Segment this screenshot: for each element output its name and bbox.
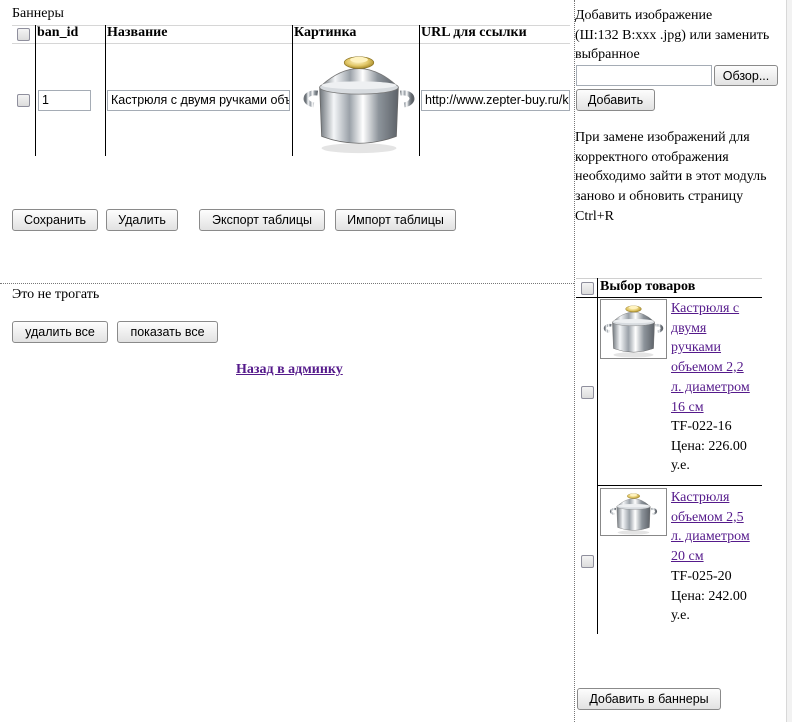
pot-with-two-handles-icon: [300, 44, 418, 156]
products-header: Выбор товаров: [600, 279, 696, 294]
export-table-button[interactable]: Экспорт таблицы: [199, 209, 325, 231]
scrollbar[interactable]: [786, 0, 792, 722]
banner-url-field[interactable]: http://www.zepter-buy.ru/ka: [421, 90, 570, 111]
product-checkbox[interactable]: [581, 555, 594, 568]
banners-section-title: Баннеры: [12, 6, 64, 21]
product-title-link[interactable]: Кастрюля объемом 2,5 л. диаметром 20 см: [671, 488, 750, 567]
pot-with-two-handles-icon: [601, 300, 666, 358]
banner-row-checkbox[interactable]: [17, 94, 30, 107]
column-header-image: Картинка: [294, 25, 357, 40]
column-separator: [574, 0, 575, 722]
column-header-url: URL для ссылки: [421, 25, 527, 40]
reload-note: При замене изображений для корректного о…: [575, 130, 767, 224]
back-to-admin-link[interactable]: Назад в админку: [236, 362, 343, 378]
save-button[interactable]: Сохранить: [12, 209, 98, 231]
dont-touch-label: Это не трогать: [12, 287, 100, 302]
delete-all-button[interactable]: удалить все: [12, 321, 108, 343]
pot-icon: [601, 489, 666, 535]
add-to-banners-button[interactable]: Добавить в баннеры: [577, 688, 721, 710]
product-info: TF-025-20 Цена: 242.00 у.е.: [671, 569, 747, 624]
browse-button[interactable]: Обзор...: [714, 65, 778, 86]
column-header-name: Название: [107, 25, 168, 40]
banner-name-field[interactable]: Кастрюля с двумя ручками объемом: [107, 90, 290, 111]
product-thumbnail: [600, 299, 667, 359]
file-path-field[interactable]: [576, 65, 712, 86]
upload-hint: Добавить изображение (Ш:132 В:xxx .jpg) …: [575, 8, 770, 63]
add-image-button[interactable]: Добавить: [576, 89, 655, 111]
product-checkbox[interactable]: [581, 386, 594, 399]
product-title-link[interactable]: Кастрюля с двумя ручками объемом 2,2 л. …: [671, 299, 750, 417]
section-divider: [0, 283, 574, 284]
select-all-products-checkbox[interactable]: [581, 282, 594, 295]
product-thumbnail: [600, 488, 667, 536]
import-table-button[interactable]: Импорт таблицы: [335, 209, 456, 231]
product-info: TF-022-16 Цена: 226.00 у.е.: [671, 419, 747, 474]
ban-id-field[interactable]: 1: [38, 90, 91, 111]
select-all-banners-checkbox[interactable]: [17, 28, 30, 41]
column-header-ban-id: ban_id: [37, 25, 79, 40]
delete-button[interactable]: Удалить: [106, 209, 178, 231]
show-all-button[interactable]: показать все: [117, 321, 218, 343]
